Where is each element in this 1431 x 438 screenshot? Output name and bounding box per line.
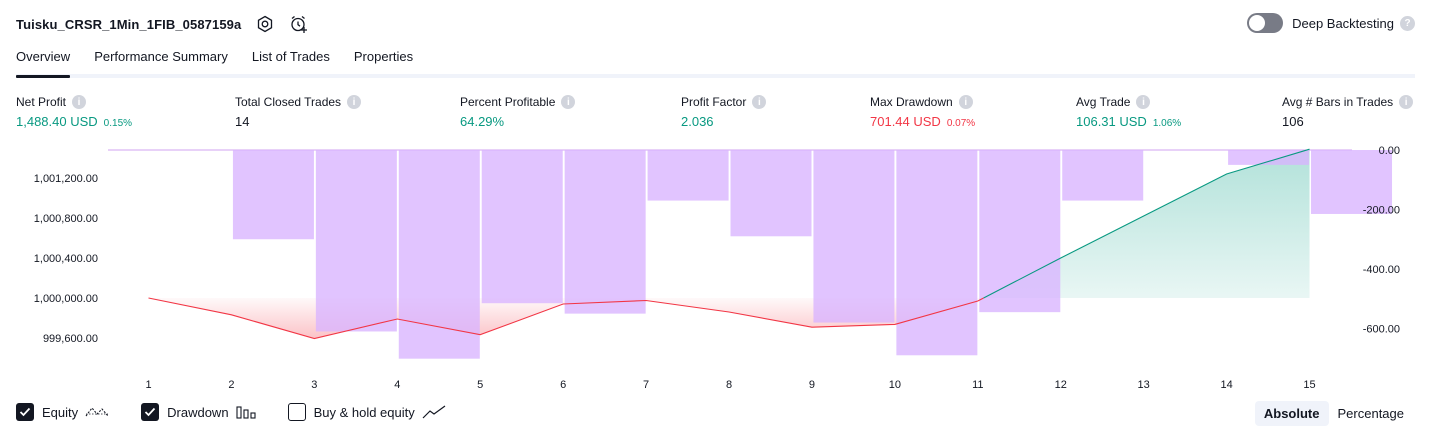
metric-value: 64.29% — [460, 114, 505, 129]
metric-label: Avg # Bars in Trades — [1282, 95, 1394, 109]
x-axis-tick-label: 15 — [1303, 379, 1315, 391]
legend-equity[interactable]: Equity — [16, 403, 109, 421]
add-alert-clock-icon[interactable] — [289, 14, 309, 34]
metric-max-drawdown: Max Drawdown i 701.44 USD 0.07% — [870, 94, 975, 129]
x-axis-tick-label: 2 — [228, 379, 234, 391]
tab-overview[interactable]: Overview — [16, 44, 71, 78]
drawdown-bar — [481, 150, 563, 304]
drawdown-bar — [564, 150, 646, 314]
drawdown-bar — [1228, 150, 1310, 165]
legend-label: Drawdown — [167, 404, 229, 420]
left-axis-tick-label: 1,001,200.00 — [34, 173, 98, 185]
right-axis-tick-label: -400.00 — [1363, 264, 1400, 276]
metric-avg-bars-in-trades: Avg # Bars in Trades i 106 — [1282, 94, 1414, 129]
right-axis-tick-label: 0.00 — [1379, 145, 1400, 157]
drawdown-bar — [896, 150, 978, 356]
x-axis-tick-label: 7 — [643, 379, 649, 391]
drawdown-bar — [232, 150, 314, 240]
metric-total-closed-trades: Total Closed Trades i 14 — [235, 94, 362, 129]
metric-label: Max Drawdown — [870, 95, 953, 109]
info-icon[interactable]: i — [347, 95, 362, 109]
drawdown-bar — [813, 150, 895, 323]
drawdown-bar — [315, 150, 397, 332]
metric-value: 2.036 — [681, 114, 714, 129]
chart-legend: Equity Drawdown Buy & hold equity — [16, 403, 478, 421]
x-axis-tick-label: 6 — [560, 379, 566, 391]
info-icon[interactable]: i — [72, 95, 87, 109]
deep-backtesting-label: Deep Backtesting — [1292, 15, 1394, 31]
x-axis-tick-label: 9 — [809, 379, 815, 391]
x-axis-tick-label: 1 — [145, 379, 151, 391]
x-axis-tick-label: 4 — [394, 379, 400, 391]
drawdown-checkbox[interactable] — [141, 403, 160, 421]
metric-value: 14 — [235, 114, 250, 129]
metric-label: Percent Profitable — [460, 95, 556, 109]
x-axis-tick-label: 14 — [1220, 379, 1232, 391]
drawdown-bars-icon — [236, 405, 256, 419]
metric-value: 106.31 USD — [1076, 114, 1147, 129]
metric-label: Profit Factor — [681, 95, 747, 109]
metric-value: 1,488.40 USD — [16, 114, 98, 129]
right-axis-tick-label: -600.00 — [1363, 324, 1400, 336]
metric-value: 106 — [1282, 114, 1304, 129]
value-mode-switch: Absolute Percentage — [1254, 401, 1414, 426]
left-axis-tick-label: 1,000,800.00 — [34, 213, 98, 225]
metric-profit-factor: Profit Factor i 2.036 — [681, 94, 767, 129]
buy-hold-line-icon — [422, 405, 446, 419]
x-axis-tick-label: 5 — [477, 379, 483, 391]
metric-avg-trade: Avg Trade i 106.31 USD 1.06% — [1076, 94, 1181, 129]
metric-percent: 0.07% — [946, 118, 976, 129]
metric-value: 701.44 USD — [870, 114, 941, 129]
tab-performance-summary[interactable]: Performance Summary — [94, 44, 228, 74]
equity-line-icon — [85, 405, 109, 419]
x-axis-tick-label: 8 — [726, 379, 732, 391]
x-axis-tick-label: 10 — [889, 379, 901, 391]
deep-backtesting-control: Deep Backtesting ? — [1247, 13, 1415, 33]
left-axis-tick-label: 1,000,400.00 — [34, 253, 98, 265]
settings-gear-icon[interactable] — [255, 14, 275, 34]
x-axis-tick-label: 13 — [1138, 379, 1150, 391]
x-axis-tick-label: 3 — [311, 379, 317, 391]
drawdown-bar — [647, 150, 729, 201]
deep-backtesting-toggle[interactable] — [1247, 13, 1284, 33]
buy-hold-checkbox[interactable] — [287, 403, 306, 421]
report-header: Tuisku_CRSR_1Min_1FIB_0587159a — [16, 12, 309, 36]
legend-buy-hold-equity[interactable]: Buy & hold equity — [287, 403, 446, 421]
x-axis-tick-label: 12 — [1055, 379, 1067, 391]
drawdown-bar — [730, 150, 812, 237]
info-icon[interactable]: i — [752, 95, 767, 109]
right-axis-tick-label: -200.00 — [1363, 205, 1400, 217]
metric-net-profit: Net Profit i 1,488.40 USD 0.15% — [16, 94, 132, 129]
metric-label: Total Closed Trades — [235, 95, 342, 109]
info-icon[interactable]: i — [1136, 95, 1151, 109]
legend-label: Buy & hold equity — [313, 404, 415, 420]
left-axis-tick-label: 1,000,000.00 — [34, 293, 98, 305]
metric-percent: 1.06% — [1152, 118, 1182, 129]
left-axis-tick-label: 999,600.00 — [43, 333, 98, 345]
metric-label: Net Profit — [16, 95, 67, 109]
legend-label: Equity — [42, 404, 79, 420]
toggle-knob — [1249, 15, 1266, 31]
report-tabs: Overview Performance Summary List of Tra… — [16, 44, 1415, 78]
metric-percent-profitable: Percent Profitable i 64.29% — [460, 94, 576, 129]
tab-properties[interactable]: Properties — [354, 44, 413, 74]
info-icon[interactable]: i — [958, 95, 973, 109]
x-axis-tick-label: 11 — [972, 379, 983, 391]
equity-drawdown-chart: 1,001,200.00 1,000,800.00 1,000,400.00 1,00… — [34, 145, 1400, 391]
mode-absolute-button[interactable]: Absolute — [1254, 401, 1329, 426]
info-icon[interactable]: i — [1399, 95, 1414, 109]
drawdown-bar — [979, 150, 1061, 313]
help-question-icon[interactable]: ? — [1400, 15, 1415, 31]
metric-percent: 0.15% — [103, 118, 133, 129]
strategy-title: Tuisku_CRSR_1Min_1FIB_0587159a — [16, 16, 242, 32]
mode-percentage-button[interactable]: Percentage — [1329, 401, 1414, 426]
legend-drawdown[interactable]: Drawdown — [141, 403, 256, 421]
drawdown-bar — [1062, 150, 1144, 201]
equity-checkbox[interactable] — [16, 403, 34, 421]
info-icon[interactable]: i — [561, 95, 576, 109]
metric-label: Avg Trade — [1076, 95, 1131, 109]
tab-list-of-trades[interactable]: List of Trades — [252, 44, 330, 74]
